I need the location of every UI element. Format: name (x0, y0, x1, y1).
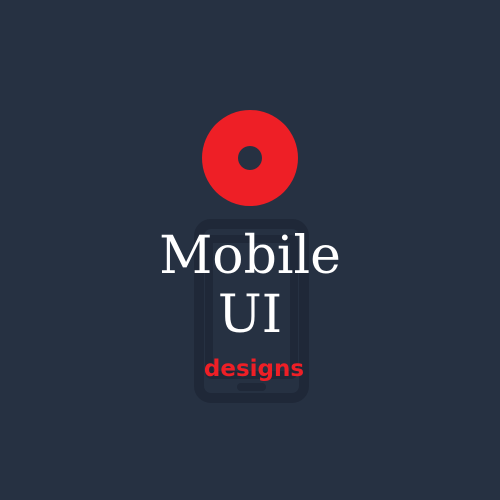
logo-title-ui: UI (217, 285, 283, 345)
logo-tagline: designs (203, 356, 305, 382)
ring-center (238, 146, 262, 170)
mobile-ui-designs-logo: Mobile UI designs (0, 0, 500, 500)
pin-ring-icon (202, 110, 298, 206)
logo-title-mobile: Mobile (159, 226, 341, 286)
